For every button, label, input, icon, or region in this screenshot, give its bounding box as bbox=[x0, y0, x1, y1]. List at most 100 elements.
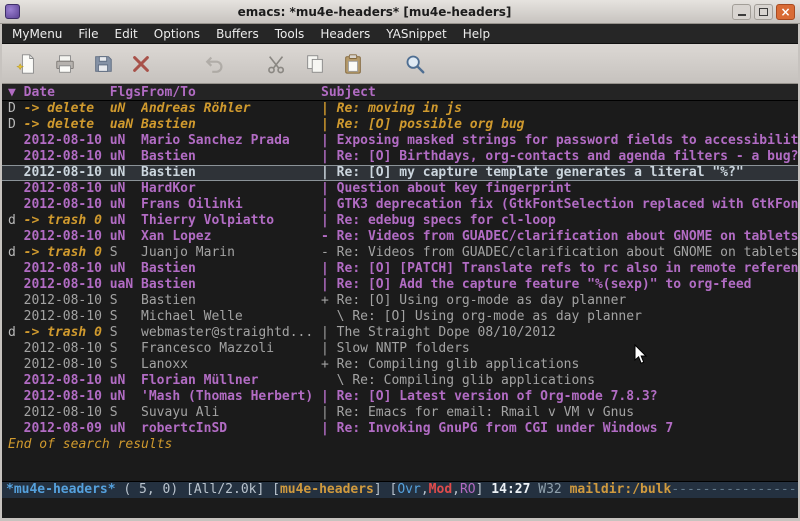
message-row[interactable]: d-> trash 0Swebmaster@straightd...| The … bbox=[2, 325, 798, 341]
col-flags: uN bbox=[110, 181, 141, 197]
col-mark bbox=[8, 166, 24, 180]
modeline-mode: mu4e-headers bbox=[280, 482, 374, 497]
modeline-mod: Mod bbox=[429, 482, 452, 497]
undo-button[interactable] bbox=[200, 49, 230, 79]
col-date: 2012-08-10 bbox=[24, 405, 110, 421]
paste-button[interactable] bbox=[338, 49, 368, 79]
col-date: 2012-08-10 bbox=[24, 341, 110, 357]
col-subject: | Re: Invoking GnuPG from CGI under Wind… bbox=[321, 421, 798, 437]
col-flags: uaN bbox=[110, 277, 141, 293]
save-button[interactable] bbox=[88, 49, 118, 79]
col-mark bbox=[8, 181, 24, 197]
col-flags: S bbox=[110, 245, 141, 261]
col-flags: uN bbox=[110, 101, 141, 117]
message-row[interactable]: 2012-08-10SMichael Welle \ Re: [O] Using… bbox=[2, 309, 798, 325]
col-mark bbox=[8, 341, 24, 357]
menu-item-edit[interactable]: Edit bbox=[107, 27, 146, 41]
copy-button[interactable] bbox=[300, 49, 330, 79]
message-row[interactable]: 2012-08-10uNHardKor| Question about key … bbox=[2, 181, 798, 197]
message-row[interactable]: d-> trash 0SJuanjo Marin- Re: Videos fro… bbox=[2, 245, 798, 261]
message-row[interactable]: 2012-08-10SLanoxx+ Re: Compiling glib ap… bbox=[2, 357, 798, 373]
message-row[interactable]: 2012-08-10SBastien+ Re: [O] Using org-mo… bbox=[2, 293, 798, 309]
message-row[interactable]: D-> deleteuNAndreas Röhler| Re: moving i… bbox=[2, 101, 798, 117]
col-subject: | Re: [O] Latest version of Org-mode 7.8… bbox=[321, 389, 798, 405]
echo-area[interactable] bbox=[2, 498, 798, 518]
print-button[interactable] bbox=[50, 49, 80, 79]
cut-button[interactable] bbox=[262, 49, 292, 79]
menu-item-options[interactable]: Options bbox=[146, 27, 208, 41]
col-subject: \ Re: Compiling glib applications bbox=[321, 373, 798, 389]
message-row[interactable]: 2012-08-10uNXan Lopez- Re: Videos from G… bbox=[2, 229, 798, 245]
col-flags: uN bbox=[110, 421, 141, 437]
menu-item-mymenu[interactable]: MyMenu bbox=[4, 27, 70, 41]
col-subject: | The Straight Dope 08/10/2012 bbox=[321, 325, 798, 341]
col-from: Lanoxx bbox=[141, 357, 321, 373]
col-from: Florian Müllner bbox=[141, 373, 321, 389]
header-flags[interactable]: Flgs bbox=[110, 84, 141, 100]
message-row[interactable]: 2012-08-10uNBastien| Re: [O] [PATCH] Tra… bbox=[2, 261, 798, 277]
menu-item-file[interactable]: File bbox=[70, 27, 106, 41]
close-buffer-button[interactable] bbox=[126, 49, 156, 79]
col-subject: | Re: [O] Add the capture feature "%(sex… bbox=[321, 277, 798, 293]
col-date: -> delete bbox=[24, 101, 110, 117]
header-sort-date[interactable]: ▼ Date bbox=[8, 84, 110, 100]
message-row[interactable]: 2012-08-10uNMario Sanchez Prada| Exposin… bbox=[2, 133, 798, 149]
col-flags: uN bbox=[110, 166, 141, 180]
col-date: 2012-08-10 bbox=[24, 166, 110, 180]
message-row[interactable]: 2012-08-09uNrobertcInSD| Re: Invoking Gn… bbox=[2, 421, 798, 437]
minimize-button[interactable] bbox=[732, 4, 751, 20]
search-icon bbox=[404, 53, 426, 75]
message-row[interactable]: 2012-08-10uNFrans Oilinki| GTK3 deprecat… bbox=[2, 197, 798, 213]
message-row[interactable]: 2012-08-10SSuvayu Ali| Re: Emacs for ema… bbox=[2, 405, 798, 421]
new-file-icon bbox=[16, 53, 38, 75]
menu-item-tools[interactable]: Tools bbox=[267, 27, 313, 41]
col-flags: S bbox=[110, 293, 141, 309]
message-row[interactable]: D-> deleteuaNBastien| Re: [O] possible o… bbox=[2, 117, 798, 133]
menu-item-buffers[interactable]: Buffers bbox=[208, 27, 267, 41]
col-subject: + Re: [O] Using org-mode as day planner bbox=[321, 293, 798, 309]
frame-body: MyMenuFileEditOptionsBuffersToolsHeaders… bbox=[0, 24, 800, 518]
col-from: Michael Welle bbox=[141, 309, 321, 325]
col-from: Xan Lopez bbox=[141, 229, 321, 245]
message-row[interactable]: 2012-08-10uNBastien| Re: [O] my capture … bbox=[2, 165, 798, 181]
col-date: -> trash 0 bbox=[24, 213, 110, 229]
paste-icon bbox=[342, 53, 364, 75]
col-subject: | Re: [O] [PATCH] Translate refs to rc a… bbox=[321, 261, 798, 277]
menu-item-help[interactable]: Help bbox=[455, 27, 498, 41]
col-flags: S bbox=[110, 357, 141, 373]
col-flags: uaN bbox=[110, 117, 141, 133]
header-subject[interactable]: Subject bbox=[321, 84, 798, 100]
message-row[interactable]: 2012-08-10SFrancesco Mazzoli| Slow NNTP … bbox=[2, 341, 798, 357]
close-icon: × bbox=[780, 6, 790, 18]
modeline-plain: [ bbox=[272, 482, 280, 497]
col-subject: | GTK3 deprecation fix (GtkFontSelection… bbox=[321, 197, 798, 213]
col-subject: + Re: Compiling glib applications bbox=[321, 357, 798, 373]
header-from[interactable]: From/To bbox=[141, 84, 321, 100]
col-from: Bastien bbox=[141, 261, 321, 277]
col-subject: | Re: Emacs for email: Rmail v VM v Gnus bbox=[321, 405, 798, 421]
header-line: ▼ Date Flgs From/To Subject bbox=[2, 84, 798, 101]
close-button[interactable]: × bbox=[776, 4, 795, 20]
modeline-plain: [All/2.0k] bbox=[186, 482, 272, 497]
search-button[interactable] bbox=[400, 49, 430, 79]
message-row[interactable]: d-> trash 0uNThierry Volpiatto| Re: edeb… bbox=[2, 213, 798, 229]
col-subject: | Re: [O] Birthdays, org-contacts and ag… bbox=[321, 149, 798, 165]
col-flags: S bbox=[110, 309, 141, 325]
title-bar[interactable]: emacs: *mu4e-headers* [mu4e-headers] × bbox=[0, 0, 800, 24]
col-from: 'Mash (Thomas Herbert) bbox=[141, 389, 321, 405]
col-date: 2012-08-10 bbox=[24, 293, 110, 309]
col-date: 2012-08-10 bbox=[24, 149, 110, 165]
message-row[interactable]: 2012-08-10uNFlorian Müllner \ Re: Compil… bbox=[2, 373, 798, 389]
col-from: Bastien bbox=[141, 293, 321, 309]
modeline-time: 14:27 bbox=[491, 482, 538, 497]
message-row[interactable]: 2012-08-10uN'Mash (Thomas Herbert)| Re: … bbox=[2, 389, 798, 405]
menu-item-headers[interactable]: Headers bbox=[312, 27, 378, 41]
maximize-button[interactable] bbox=[754, 4, 773, 20]
col-flags: uN bbox=[110, 373, 141, 389]
menu-item-yasnippet[interactable]: YASnippet bbox=[378, 27, 455, 41]
col-flags: uN bbox=[110, 213, 141, 229]
new-file-button[interactable] bbox=[12, 49, 42, 79]
message-row[interactable]: 2012-08-10uaNBastien| Re: [O] Add the ca… bbox=[2, 277, 798, 293]
message-row[interactable]: 2012-08-10uNBastien| Re: [O] Birthdays, … bbox=[2, 149, 798, 165]
col-mark bbox=[8, 373, 24, 389]
